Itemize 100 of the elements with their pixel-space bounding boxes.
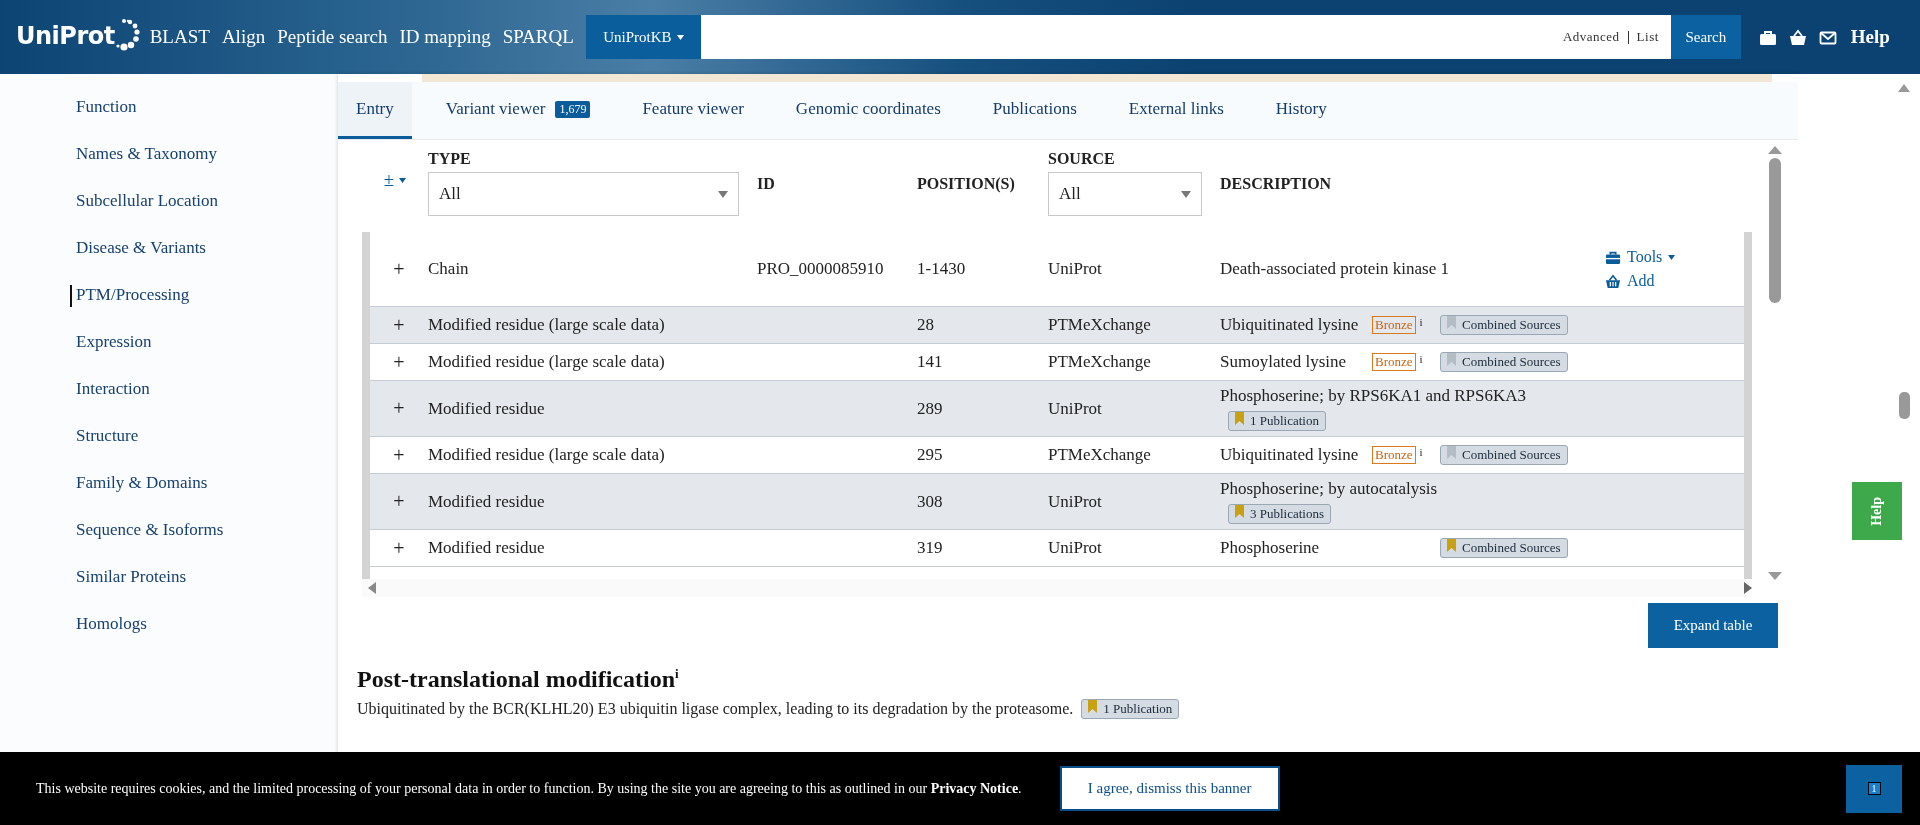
help-link[interactable]: Help [1850, 26, 1890, 48]
column-header: DESCRIPTION [1220, 174, 1333, 193]
nav-link[interactable]: SPARQL [502, 26, 574, 48]
table-cell-text: Ubiquitinated lysine [1220, 445, 1360, 465]
scrollbar-thumb[interactable] [1899, 392, 1910, 419]
expand-table-button[interactable]: Expand table [1648, 603, 1778, 648]
evidence-tag[interactable]: 1 Publication [1081, 699, 1180, 719]
section-text: Ubiquitinated by the BCR(KLHL20) E3 ubiquitin ligase complex, leading to its degradation by the proteasome. [357, 700, 1074, 718]
table-cell-text: Modified residue (large scale data) [428, 314, 666, 336]
evidence-tag[interactable]: Combined Sources [1440, 538, 1568, 558]
search-option-link[interactable]: List [1636, 29, 1659, 45]
expand-row-button[interactable]: + [393, 397, 405, 420]
filter-dropdown[interactable]: All [1048, 172, 1202, 216]
expand-row-button[interactable]: + [393, 257, 405, 281]
tab[interactable]: Feature viewer [624, 82, 762, 139]
expand-row-button[interactable]: + [393, 536, 405, 560]
search-option-link[interactable]: Advanced [1562, 29, 1620, 45]
tools-dropdown[interactable]: Tools [1605, 248, 1676, 266]
tab[interactable]: History [1257, 82, 1345, 139]
expand-row-button[interactable]: + [393, 350, 405, 374]
column-header: POSITION(S) [917, 174, 1016, 193]
table-cell: Death-associated protein kinase 1 [1220, 259, 1449, 279]
search-button[interactable]: Search [1670, 15, 1741, 59]
basket-icon [1605, 273, 1621, 289]
tab[interactable]: External links [1110, 82, 1242, 139]
table-cell-text: 308 [917, 490, 944, 513]
evidence-tag[interactable]: Combined Sources [1440, 315, 1568, 335]
caret-icon [1668, 254, 1676, 260]
sidebar-item[interactable]: Homologs [0, 600, 338, 647]
search-field[interactable]: Advanced List [700, 15, 1671, 59]
nav-link[interactable]: Align [221, 26, 266, 48]
column-header: ID [757, 174, 776, 193]
sidebar-item[interactable]: Structure [0, 412, 338, 459]
table-cell-text: UniProt [1048, 537, 1103, 559]
scroll-up-icon[interactable] [1768, 146, 1782, 154]
toolbox-icon [1605, 249, 1621, 265]
table-cell-text: Modified residue (large scale data) [428, 351, 666, 373]
count-badge: 1,679 [555, 100, 591, 118]
tab[interactable]: Variant viewer 1,679 [427, 82, 609, 139]
table-cell-text: 1-1430 [917, 258, 967, 280]
evidence-tag[interactable]: Combined Sources [1440, 352, 1568, 372]
sidebar-item[interactable]: Sequence & Isoforms [0, 506, 338, 553]
tab[interactable]: Entry [338, 82, 412, 139]
sidebar-item[interactable]: Names & Taxonomy [0, 130, 338, 177]
sidebar-item[interactable]: Interaction [0, 365, 338, 412]
expand-all-toggle[interactable]: ± [383, 169, 407, 191]
info-link[interactable]: i [1419, 353, 1423, 365]
table-cell-text: Modified residue [428, 397, 546, 420]
sidebar-item[interactable]: Subcellular Location [0, 177, 338, 224]
scroll-up-icon[interactable] [1898, 84, 1910, 92]
dismiss-banner-button[interactable]: I agree, dismiss this banner [1059, 766, 1280, 811]
table-cell-text: PRO_0000085910 [757, 258, 885, 280]
toolbox-icon[interactable] [1758, 28, 1777, 46]
nav-link[interactable]: ID mapping [399, 26, 491, 48]
sidebar-item[interactable]: Family & Domains [0, 459, 338, 506]
info-link[interactable]: i [1419, 316, 1423, 328]
table-cell-text: Modified residue [428, 537, 546, 559]
caret-icon [718, 190, 728, 198]
table-cell-text: UniProt [1048, 397, 1103, 420]
scrollbar-thumb[interactable] [1769, 158, 1781, 303]
evidence-tag[interactable]: Combined Sources [1440, 445, 1568, 465]
sidebar-item[interactable]: Similar Proteins [0, 553, 338, 600]
caret-icon [676, 34, 684, 40]
expand-row-button[interactable]: + [393, 313, 405, 337]
quality-tag[interactable]: Bronze [1372, 446, 1416, 464]
table-cell-text: 289 [917, 397, 944, 420]
scroll-left-icon[interactable] [368, 582, 376, 594]
table-cell-text: PTMeXchange [1048, 351, 1152, 373]
column-header: SOURCE [1048, 150, 1116, 168]
corner-button[interactable]: 1 [1846, 764, 1902, 813]
quality-tag[interactable]: Bronze [1372, 353, 1416, 371]
sidebar-item[interactable]: Expression [0, 318, 338, 365]
expand-row-button[interactable]: + [393, 490, 405, 513]
add-to-basket-button[interactable]: Add [1605, 272, 1655, 290]
evidence-tag[interactable]: 1 Publication [1228, 411, 1326, 431]
tab[interactable]: Publications [974, 82, 1095, 139]
logo-text[interactable]: UniProt [16, 22, 115, 56]
scroll-right-icon[interactable] [1744, 582, 1752, 594]
section-heading: Post-translational modification$^{i}$ [357, 666, 680, 693]
table-cell-text: Modified residue [428, 490, 546, 513]
sidebar-item[interactable]: Function [0, 83, 338, 130]
basket-icon[interactable] [1788, 28, 1807, 46]
tab[interactable]: Genomic coordinates [777, 82, 959, 139]
sidebar-item[interactable]: PTM/Processing [0, 271, 338, 318]
table-cell-text: Sumoylated lysine [1220, 352, 1348, 372]
evidence-tag[interactable]: 3 Publications [1228, 504, 1332, 524]
table-cell-text: PTMeXchange [1048, 314, 1152, 336]
expand-row-button[interactable]: + [393, 443, 405, 467]
info-link[interactable]: i [1419, 446, 1423, 458]
nav-link[interactable]: BLAST [149, 26, 210, 48]
table-cell-text: Phosphoserine [1220, 538, 1321, 558]
sidebar-item[interactable]: Disease & Variants [0, 224, 338, 271]
filter-dropdown[interactable]: All [428, 172, 739, 216]
nav-link[interactable]: Peptide search [277, 26, 388, 48]
table-cell: Phosphoserine; by RPS6KA1 and RPS6KA3 [1220, 386, 1527, 406]
database-dropdown[interactable]: UniProtKB [585, 15, 701, 59]
table-cell-text: UniProt [1048, 490, 1103, 513]
scroll-down-icon[interactable] [1768, 572, 1782, 580]
caret-icon [399, 177, 407, 183]
logo-dots-icon [115, 18, 142, 52]
